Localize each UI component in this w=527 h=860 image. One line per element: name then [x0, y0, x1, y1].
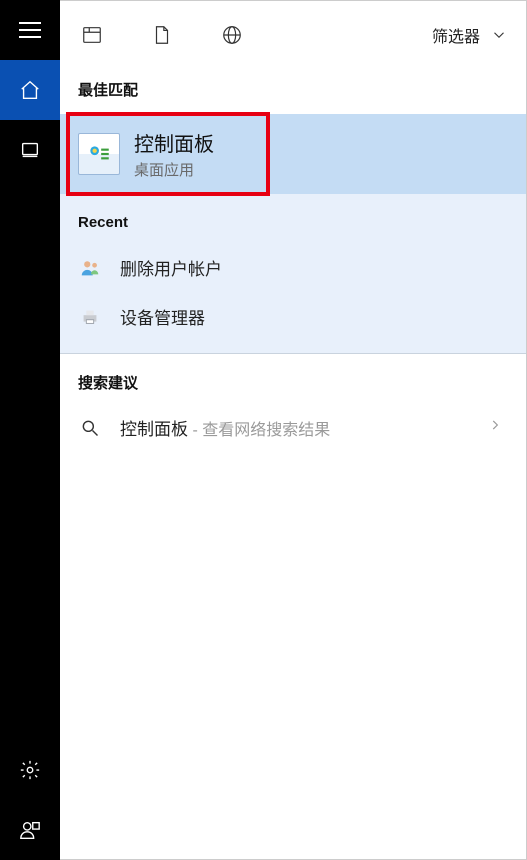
- users-icon: [78, 256, 102, 280]
- best-match-title: 控制面板: [134, 128, 214, 157]
- filters-label: 筛选器: [432, 23, 480, 47]
- suggestions-section-title: 搜索建议: [60, 354, 526, 407]
- recent-section-title: Recent: [60, 194, 526, 243]
- best-match-and-recent-block: 控制面板 桌面应用 Recent 删除用户帐户: [60, 114, 526, 354]
- scope-documents-button[interactable]: [148, 21, 176, 49]
- gear-icon: [19, 759, 41, 781]
- scope-web-button[interactable]: [218, 21, 246, 49]
- control-panel-icon: [78, 133, 120, 175]
- recent-item[interactable]: 设备管理器: [60, 292, 526, 341]
- results-panel: 筛选器 最佳匹配: [60, 0, 527, 860]
- best-match-subtitle: 桌面应用: [134, 159, 214, 180]
- hamburger-icon: [19, 22, 41, 38]
- filters-dropdown[interactable]: 筛选器: [432, 23, 508, 47]
- suggestion-query: 控制面板: [120, 420, 188, 439]
- start-search-panel: 筛选器 最佳匹配: [0, 0, 527, 860]
- suggestion-hint: - 查看网络搜索结果: [188, 422, 330, 439]
- results-header: 筛选器: [60, 1, 526, 69]
- home-icon: [19, 79, 41, 101]
- rail-home-button[interactable]: [0, 60, 60, 120]
- chevron-down-icon: [490, 26, 508, 44]
- web-suggestion-item[interactable]: 控制面板 - 查看网络搜索结果: [60, 407, 526, 454]
- recent-item[interactable]: 删除用户帐户: [60, 243, 526, 292]
- left-rail: [0, 0, 60, 860]
- best-match-section-title: 最佳匹配: [60, 69, 526, 114]
- printer-icon: [78, 305, 102, 329]
- monitor-icon: [19, 139, 41, 161]
- document-icon: [151, 24, 173, 46]
- best-match-labels: 控制面板 桌面应用: [134, 128, 214, 180]
- scope-apps-button[interactable]: [78, 21, 106, 49]
- rail-apps-button[interactable]: [0, 120, 60, 180]
- rail-account-button[interactable]: [0, 800, 60, 860]
- recent-item-label: 设备管理器: [120, 304, 205, 329]
- search-icon: [78, 416, 102, 440]
- hamburger-menu-button[interactable]: [0, 0, 60, 60]
- best-match-item[interactable]: 控制面板 桌面应用: [60, 114, 526, 194]
- recent-item-label: 删除用户帐户: [120, 255, 222, 280]
- person-icon: [19, 819, 41, 841]
- rail-settings-button[interactable]: [0, 740, 60, 800]
- app-window-icon: [81, 24, 103, 46]
- chevron-right-icon: [488, 418, 502, 437]
- globe-icon: [221, 24, 243, 46]
- suggestion-text: 控制面板 - 查看网络搜索结果: [120, 415, 330, 440]
